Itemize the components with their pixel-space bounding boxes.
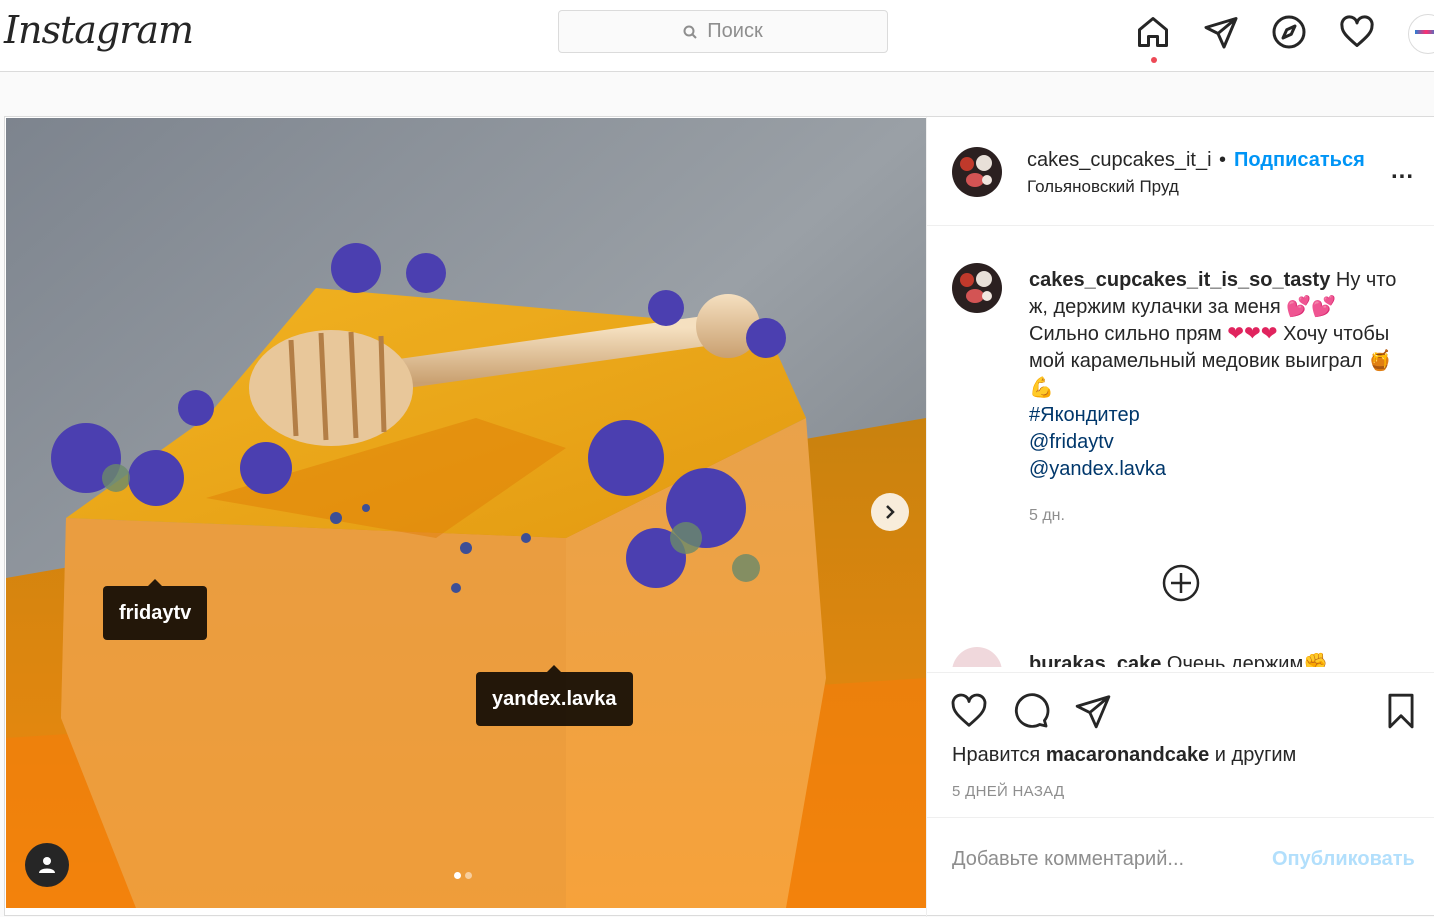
- caption-time[interactable]: 5 дн.: [1029, 507, 1065, 525]
- location-link[interactable]: Гольяновский Пруд: [1027, 177, 1179, 197]
- commenter-avatar[interactable]: [952, 647, 1002, 667]
- caption-username[interactable]: cakes_cupcakes_it_is_so_tasty: [1029, 269, 1330, 291]
- comments-list: cakes_cupcakes_it_is_so_tasty Ну что ж, …: [927, 227, 1434, 667]
- caption-text-2: Сильно сильно прям: [1029, 323, 1228, 345]
- likes-prefix: Нравится: [952, 744, 1046, 766]
- comment-input[interactable]: [952, 848, 1262, 871]
- post-details-panel: cakes_cupcakes_it_i • Подписаться Гольян…: [926, 117, 1434, 917]
- post-caption: cakes_cupcakes_it_is_so_tasty Ну что ж, …: [1029, 267, 1399, 483]
- caption-avatar[interactable]: [952, 263, 1002, 313]
- tagged-users-button[interactable]: [25, 843, 69, 887]
- separator-dot: •: [1219, 149, 1227, 171]
- comment-item: burakas_cake Очень держим✊: [1029, 651, 1328, 667]
- mention-fridaytv-link[interactable]: @fridaytv: [1029, 429, 1399, 456]
- cake-photo-image: [6, 118, 926, 908]
- post-date[interactable]: 5 ДНЕЙ НАЗАД: [952, 783, 1064, 800]
- search-input[interactable]: Поиск: [558, 10, 888, 53]
- like-heart-icon[interactable]: [947, 689, 991, 733]
- follow-button[interactable]: Подписаться: [1234, 149, 1365, 172]
- comment-bubble-icon[interactable]: [1009, 689, 1053, 733]
- person-icon: [39, 857, 55, 873]
- notification-dot: [1151, 57, 1157, 63]
- author-username[interactable]: cakes_cupcakes_it_i: [1027, 149, 1212, 172]
- user-tag-fridaytv[interactable]: fridaytv: [103, 579, 208, 640]
- more-options-icon[interactable]: ...: [1391, 157, 1414, 185]
- user-tag-yandex-lavka[interactable]: yandex.lavka: [476, 665, 633, 726]
- mention-yandex-lavka-link[interactable]: @yandex.lavka: [1029, 456, 1399, 483]
- chevron-right-icon: [886, 505, 895, 519]
- post-photo[interactable]: fridaytv yandex.lavka: [6, 118, 926, 908]
- share-direct-icon[interactable]: [1071, 689, 1115, 733]
- top-navigation: Instagram Поиск: [0, 0, 1434, 72]
- publish-button[interactable]: Опубликовать: [1272, 848, 1415, 871]
- search-icon: [683, 25, 697, 39]
- likes-suffix[interactable]: и другим: [1209, 744, 1297, 766]
- post-header: cakes_cupcakes_it_i • Подписаться Гольян…: [927, 117, 1434, 226]
- carousel-dot-active: [454, 872, 461, 879]
- add-comment-section: Опубликовать: [927, 817, 1434, 907]
- instagram-logo[interactable]: Instagram: [4, 8, 194, 52]
- likes-summary: Нравится macaronandcake и другим: [952, 744, 1296, 767]
- author-avatar[interactable]: [952, 147, 1002, 197]
- explore-icon[interactable]: [1267, 10, 1311, 54]
- search-placeholder: Поиск: [707, 20, 763, 42]
- post-card: fridaytv yandex.lavka cakes_cupcakes_it_…: [4, 116, 1434, 917]
- carousel-next-button[interactable]: [871, 493, 909, 531]
- save-bookmark-icon[interactable]: [1379, 689, 1423, 733]
- load-more-comments-icon[interactable]: [1161, 563, 1201, 603]
- comment-text: Очень держим✊: [1161, 653, 1329, 667]
- likes-user-link[interactable]: macaronandcake: [1046, 744, 1209, 766]
- carousel-indicator: [454, 872, 472, 879]
- commenter-username[interactable]: burakas_cake: [1029, 653, 1161, 667]
- direct-icon[interactable]: [1199, 10, 1243, 54]
- profile-avatar[interactable]: [1408, 14, 1434, 54]
- post-actions: Нравится macaronandcake и другим 5 ДНЕЙ …: [927, 672, 1434, 817]
- caption-emoji-2: ❤❤❤: [1227, 323, 1278, 345]
- caption-emoji-1: 💕💕: [1286, 296, 1337, 318]
- home-icon[interactable]: [1131, 10, 1175, 54]
- hashtag-link[interactable]: #Якондитер: [1029, 402, 1399, 429]
- carousel-dot: [465, 872, 472, 879]
- activity-heart-icon[interactable]: [1335, 10, 1379, 54]
